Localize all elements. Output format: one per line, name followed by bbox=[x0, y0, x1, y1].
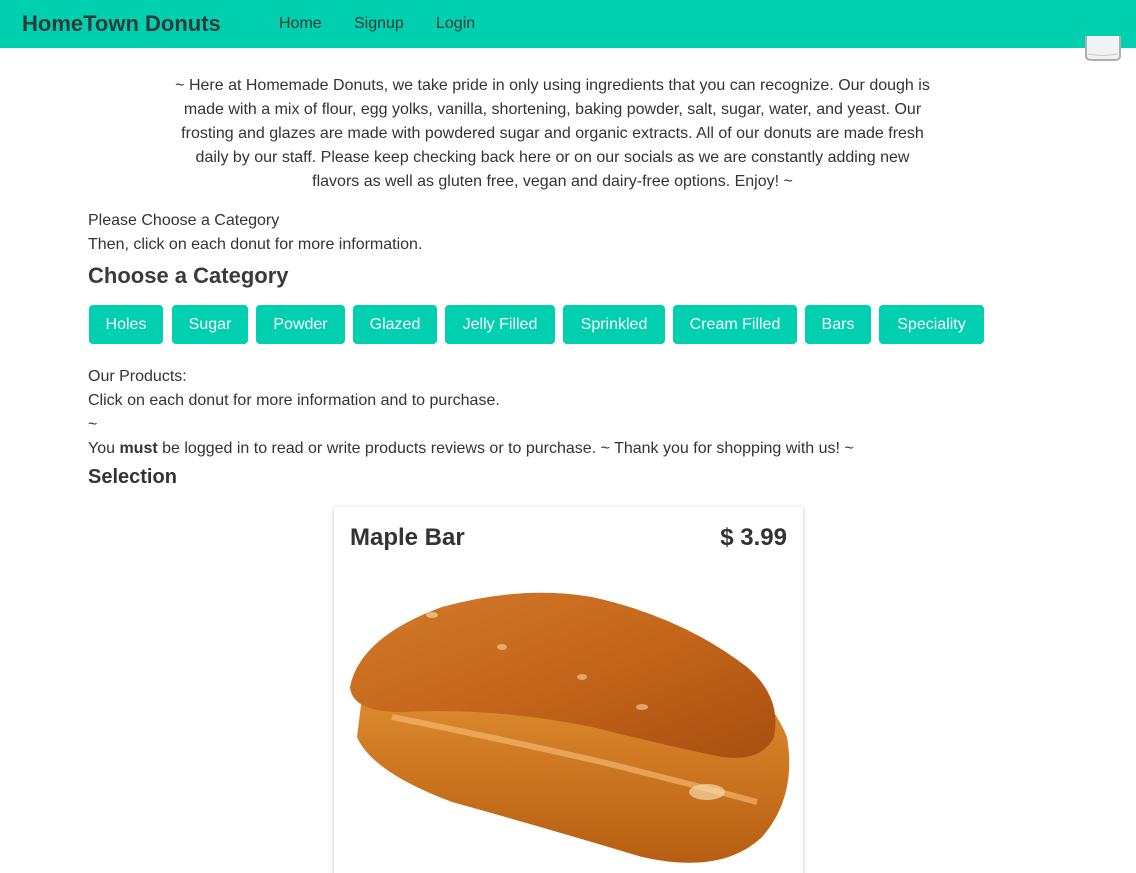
category-cream-filled-button[interactable]: Cream Filled bbox=[673, 305, 797, 344]
category-sprinkled-button[interactable]: Sprinkled bbox=[563, 305, 665, 344]
maple-bar-donut-image[interactable] bbox=[342, 587, 797, 873]
intro-text: ~ Here at Homemade Donuts, we take pride… bbox=[175, 77, 930, 190]
login-notice-suffix: be logged in to read or write products r… bbox=[157, 440, 854, 457]
category-sugar-button[interactable]: Sugar bbox=[172, 305, 248, 344]
category-glazed-button[interactable]: Glazed bbox=[353, 305, 437, 344]
category-bars-button[interactable]: Bars bbox=[805, 305, 871, 344]
category-powder-button[interactable]: Powder bbox=[256, 305, 345, 344]
navbar: HomeTown Donuts Home Signup Login bbox=[0, 0, 1136, 48]
category-jelly-filled-button[interactable]: Jelly Filled bbox=[445, 305, 555, 344]
selection-heading: Selection bbox=[88, 466, 177, 488]
login-notice-prefix: You bbox=[88, 440, 120, 457]
login-notice: You must be logged in to read or write p… bbox=[88, 437, 854, 461]
category-prompt: Please Choose a Category bbox=[88, 212, 280, 229]
category-instruction: Then, click on each donut for more infor… bbox=[88, 236, 423, 253]
choose-category-heading: Choose a Category bbox=[88, 263, 289, 288]
tilde-separator: ~ bbox=[88, 416, 98, 433]
nav-login-link[interactable]: Login bbox=[436, 14, 475, 34]
product-price: $ 3.99 bbox=[720, 524, 787, 551]
products-label: Our Products: bbox=[88, 368, 187, 385]
products-instruction: Click on each donut for more information… bbox=[88, 392, 500, 409]
shopping-cart-icon[interactable] bbox=[1084, 34, 1122, 62]
login-notice-emphasis: must bbox=[119, 440, 158, 457]
nav-home-link[interactable]: Home bbox=[279, 14, 322, 34]
brand-logo[interactable]: HomeTown Donuts bbox=[22, 10, 221, 38]
category-speciality-button[interactable]: Speciality bbox=[879, 305, 984, 344]
nav-signup-link[interactable]: Signup bbox=[354, 14, 404, 34]
category-holes-button[interactable]: Holes bbox=[89, 305, 163, 344]
product-name: Maple Bar bbox=[350, 524, 465, 551]
product-card[interactable]: Maple Bar $ 3.99 bbox=[334, 507, 803, 873]
